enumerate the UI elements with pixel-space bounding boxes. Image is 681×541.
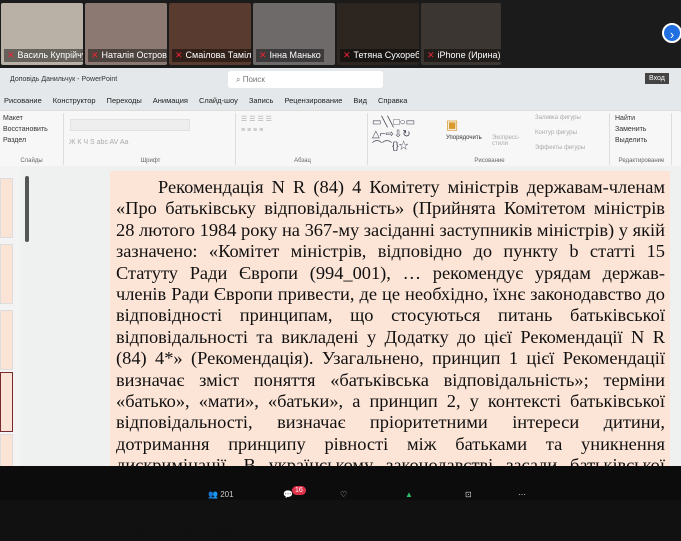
participants-button[interactable]: 👥 201 xyxy=(208,490,234,499)
tab-drawing[interactable]: Рисование xyxy=(4,96,42,110)
participant-name: iPhone (Ирина) xyxy=(437,50,501,60)
participant-name: Інна Манько xyxy=(269,50,321,60)
shape-outline-button[interactable]: Контур фигуры xyxy=(535,130,577,136)
video-tile[interactable]: ✕ iPhone (Ирина) xyxy=(421,3,501,65)
title-bar: Доповідь Данильчук - PowerPoint ⌕ Поиск … xyxy=(0,68,681,92)
slide-canvas[interactable]: Рекомендація N R (84) 4 Комітету міністр… xyxy=(110,171,670,540)
shape-fill-button[interactable]: Заливка фигуры xyxy=(535,115,581,121)
window-title: Доповідь Данильчук - PowerPoint xyxy=(10,76,118,83)
shapes-gallery-icon[interactable]: ▭╲╲□○▭ △⌐⇨⇩↻ ⌒⌒{}☆ xyxy=(372,117,415,153)
shape-effects-button[interactable]: Эффекты фигуры xyxy=(535,145,585,151)
chat-badge: 16 xyxy=(292,486,306,495)
video-tile[interactable]: ✕Василь Купрійчук xyxy=(1,3,83,65)
drawing-group: ▭╲╲□○▭ △⌐⇨⇩↻ ⌒⌒{}☆ ▣ Упорядочить Экспресс-… xyxy=(370,113,610,165)
mic-muted-icon: ✕ xyxy=(91,50,99,60)
mic-muted-icon: ✕ xyxy=(427,50,435,60)
search-icon: ⌕ xyxy=(236,75,243,84)
slides-group: Макет Восстановить Раздел Слайды xyxy=(0,113,64,165)
participant-name: Василь Купрійчук xyxy=(17,50,83,60)
login-button[interactable]: Вход xyxy=(645,73,669,84)
participants-icon: 👥 xyxy=(208,490,218,499)
participant-name: Тетяна Сухоребра xyxy=(353,50,419,60)
next-page-arrow-icon[interactable]: › xyxy=(662,23,681,43)
slide-thumbnail[interactable] xyxy=(0,310,13,370)
ribbon: Макет Восстановить Раздел Слайды Ж К Ч S… xyxy=(0,110,681,166)
share-screen-icon[interactable]: ▲ xyxy=(405,490,413,499)
mic-muted-icon: ✕ xyxy=(343,50,351,60)
video-tile[interactable]: ✕Наталія Островська xyxy=(85,3,167,65)
meeting-toolbar: 👥 201 💬 16 ♡ ▲ ⊡ ⋯ xyxy=(0,466,681,500)
select-button[interactable]: Выделить xyxy=(612,135,671,146)
list-buttons-icon[interactable]: ☰ ☰ ☰ ☰ xyxy=(238,113,367,125)
video-tile[interactable]: ✕ Інна Манько xyxy=(253,3,335,65)
group-label: Редактирование xyxy=(618,158,665,164)
slide-thumbnail[interactable] xyxy=(0,178,13,238)
slide-thumbnails-pane xyxy=(0,166,20,494)
participant-name: Смаілова Таміла xyxy=(185,50,251,60)
mic-muted-icon: ✕ xyxy=(7,50,15,60)
group-label: Абзац xyxy=(294,158,311,164)
arrange-icon: ▣ xyxy=(446,117,459,132)
thumbnails-scrollbar[interactable] xyxy=(25,176,29,242)
group-label: Шрифт xyxy=(140,158,161,164)
tab-slideshow[interactable]: Слайд-шоу xyxy=(199,96,238,110)
video-strip: ✕Василь Купрійчук ✕Наталія Островська ✕С… xyxy=(0,0,681,68)
find-button[interactable]: Найти xyxy=(612,113,671,124)
tab-record[interactable]: Запись xyxy=(249,96,274,110)
slide-thumbnail-selected[interactable] xyxy=(0,372,13,432)
editing-group: Найти Заменить Выделить Редактирование xyxy=(612,113,672,165)
search-input[interactable]: ⌕ Поиск xyxy=(228,71,383,88)
tab-view[interactable]: Вид xyxy=(353,96,367,110)
mic-muted-icon: ✕ xyxy=(175,50,183,60)
tab-review[interactable]: Рецензирование xyxy=(284,96,342,110)
mic-muted-icon: ✕ xyxy=(259,50,267,60)
font-format-buttons[interactable]: Ж К Ч S abc AV Aa xyxy=(66,137,235,148)
font-name-select[interactable] xyxy=(70,119,190,131)
slide-workspace: Рекомендація N R (84) 4 Комітету міністр… xyxy=(0,166,681,540)
section-button[interactable]: Раздел xyxy=(0,135,63,146)
group-label: Рисование xyxy=(474,158,505,164)
reactions-icon[interactable]: ♡ xyxy=(340,490,347,499)
ribbon-tabs: Рисование Конструктор Переходы Анимация … xyxy=(0,92,681,110)
font-group: Ж К Ч S abc AV Aa Шрифт xyxy=(66,113,236,165)
reset-button[interactable]: Восстановить xyxy=(0,124,63,135)
more-icon[interactable]: ⋯ xyxy=(518,490,526,499)
apps-icon[interactable]: ⊡ xyxy=(465,490,472,499)
tab-animation[interactable]: Анимация xyxy=(153,96,188,110)
tab-transitions[interactable]: Переходы xyxy=(107,96,142,110)
slide-thumbnail[interactable] xyxy=(0,244,13,304)
replace-button[interactable]: Заменить xyxy=(612,124,671,135)
arrange-button[interactable]: Упорядочить xyxy=(446,135,482,141)
video-tile[interactable]: ✕ Смаілова Таміла xyxy=(169,3,251,65)
video-tile[interactable]: ✕Тетяна Сухоребра xyxy=(337,3,419,65)
group-label: Слайды xyxy=(20,158,43,164)
tab-design[interactable]: Конструктор xyxy=(53,96,96,110)
align-buttons-icon[interactable]: ≡ ≡ ≡ ≡ xyxy=(238,125,367,136)
layout-button[interactable]: Макет xyxy=(0,113,63,124)
participant-name: Наталія Островська xyxy=(101,50,167,60)
paragraph-group: ☰ ☰ ☰ ☰ ≡ ≡ ≡ ≡ Абзац xyxy=(238,113,368,165)
tab-help[interactable]: Справка xyxy=(378,96,407,110)
quick-styles-button[interactable]: Экспресс-стили xyxy=(492,135,522,147)
